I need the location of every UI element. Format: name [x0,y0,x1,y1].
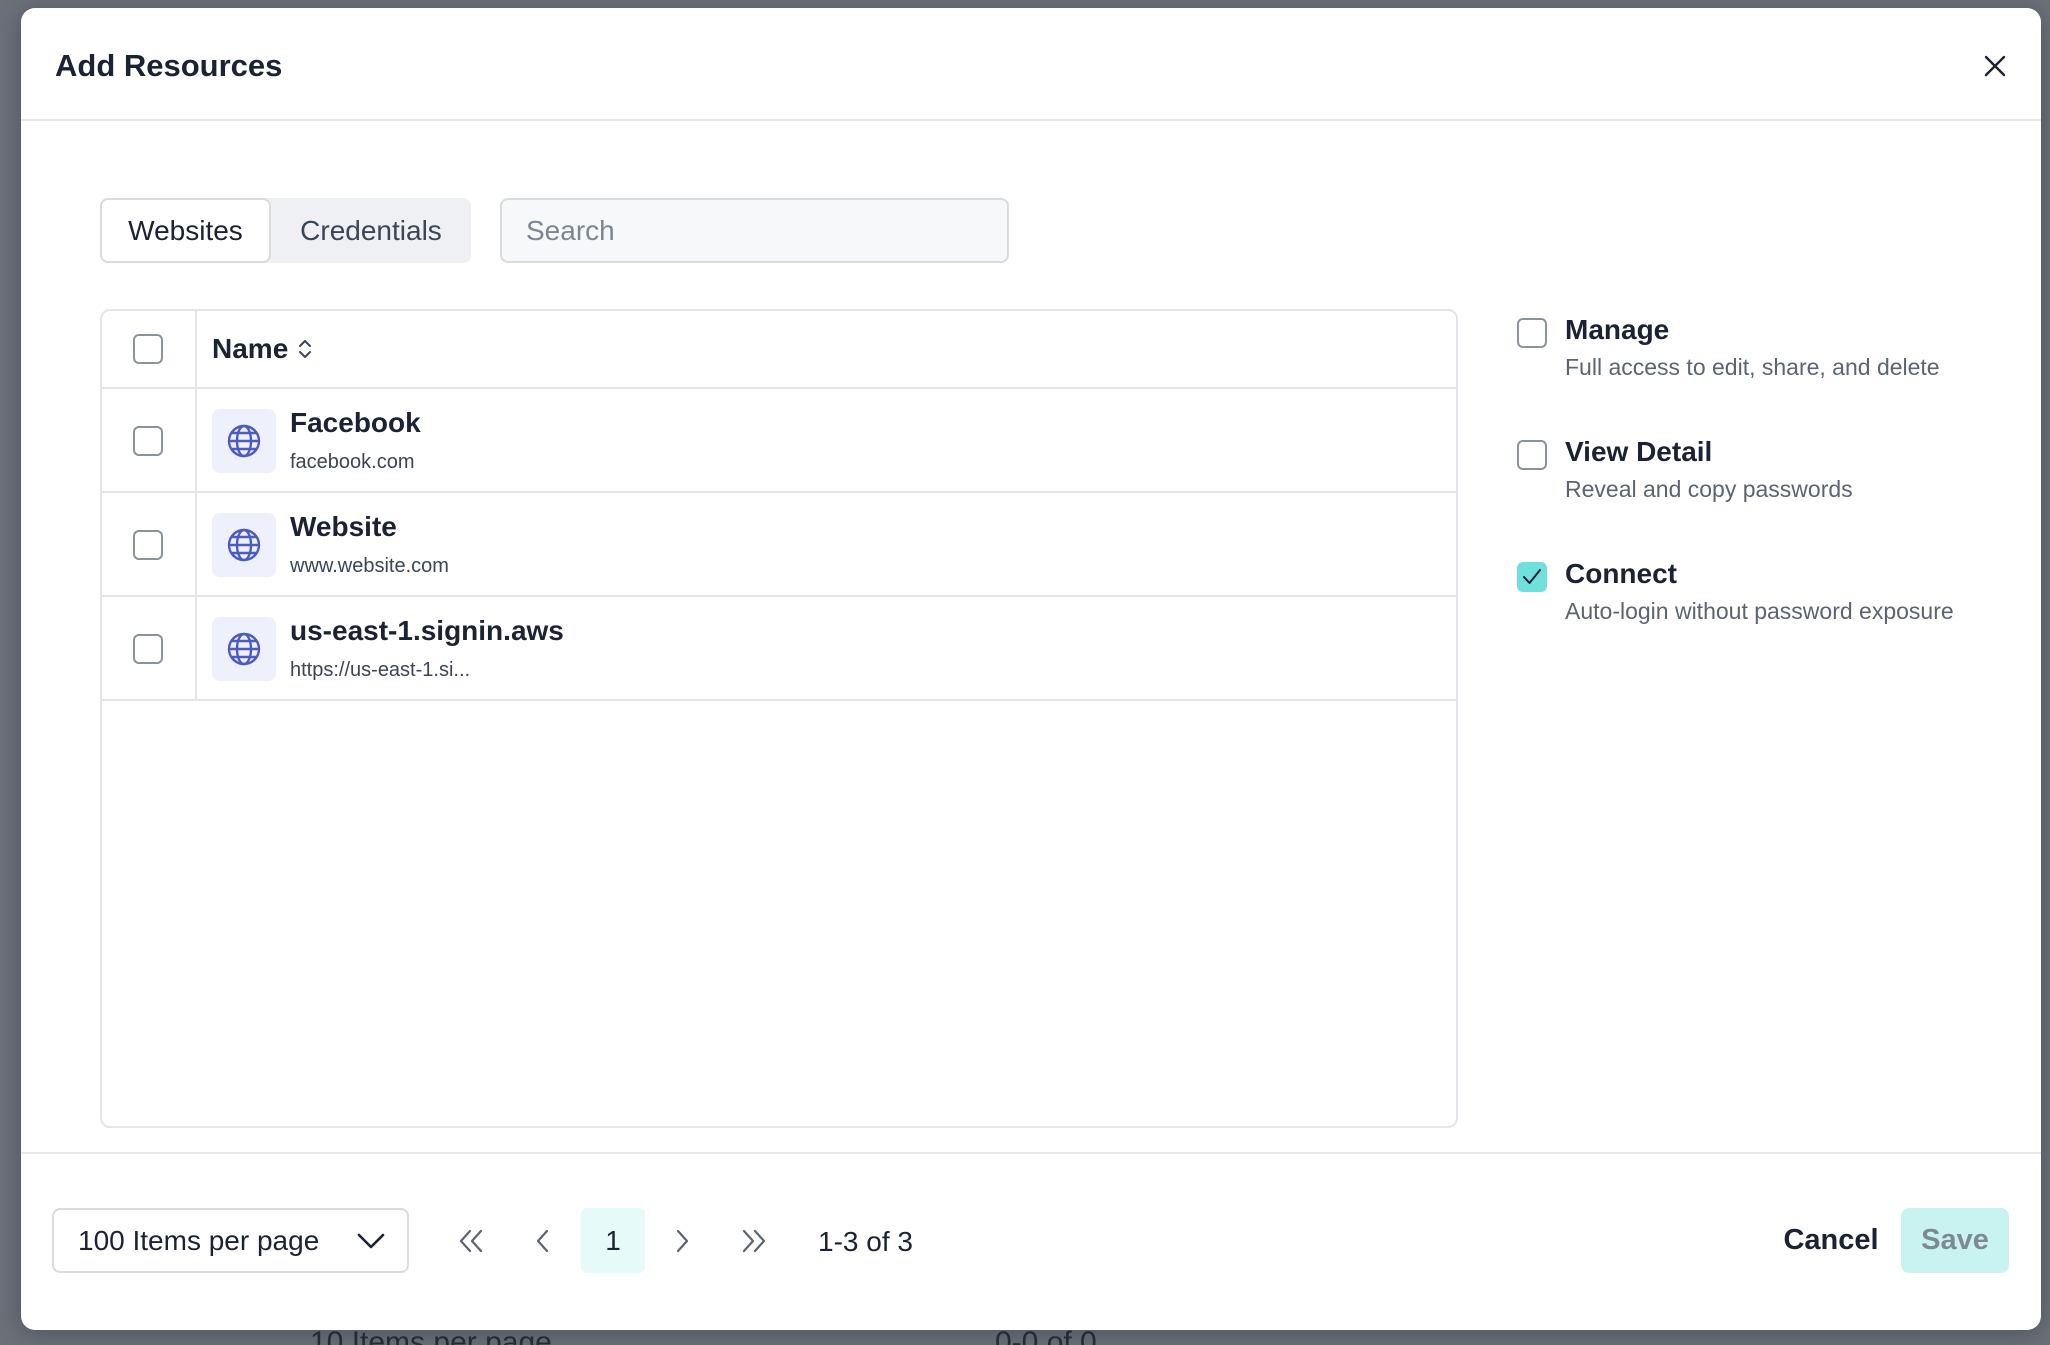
search-input[interactable] [500,198,1009,263]
table-row[interactable]: Website www.website.com [102,493,1456,597]
table-row[interactable]: Facebook facebook.com [102,389,1456,493]
permission-description: Full access to edit, share, and delete [1565,354,1940,380]
sort-icon [299,340,312,358]
row-icon-box [212,409,276,473]
name-column-header[interactable]: Name [212,333,312,365]
connect-checkbox[interactable] [1517,562,1547,592]
view-detail-checkbox[interactable] [1517,440,1547,470]
close-button[interactable] [1975,46,2015,86]
pagination-range: 1-3 of 3 [818,1226,913,1257]
chevron-right-icon [676,1229,689,1252]
globe-icon [227,528,261,562]
name-column-label: Name [212,333,289,364]
permission-title: View Detail [1565,436,1713,467]
globe-icon [227,424,261,458]
modal-header: Add Resources [21,8,2041,121]
double-chevron-left-icon [459,1229,483,1252]
cancel-button[interactable]: Cancel [1761,1208,1901,1273]
row-icon-box [212,617,276,681]
modal-title: Add Resources [55,48,283,83]
last-page-button[interactable] [722,1208,786,1273]
chevron-down-icon [357,1233,385,1248]
double-chevron-right-icon [742,1229,766,1252]
check-icon [1523,569,1541,584]
globe-icon [227,632,261,666]
previous-page-button[interactable] [510,1208,574,1273]
table-header: Name [102,311,1456,389]
table-row[interactable]: us-east-1.signin.aws https://us-east-1.s… [102,597,1456,701]
row-url: https://us-east-1.si... [290,659,471,681]
row-url: www.website.com [290,555,449,577]
permission-description: Auto-login without password exposure [1565,598,1954,624]
row-checkbox[interactable] [133,530,163,560]
close-icon [1984,55,2006,77]
row-url: facebook.com [290,451,415,473]
permission-description: Reveal and copy passwords [1565,476,1853,502]
items-per-page-label: 100 Items per page [78,1224,320,1256]
first-page-button[interactable] [439,1208,503,1273]
items-per-page-select[interactable]: 100 Items per page [52,1208,409,1273]
resource-type-tabs: Websites Credentials [100,198,471,263]
add-resources-modal: Add Resources Websites Credentials Name [21,8,2041,1330]
tab-credentials[interactable]: Credentials [271,198,471,263]
row-name: Facebook [290,407,421,438]
save-button[interactable]: Save [1901,1208,2009,1273]
row-name: us-east-1.signin.aws [290,615,564,646]
chevron-left-icon [536,1229,549,1252]
modal-footer: 100 Items per page 1 1-3 of 3 Cancel Sav… [21,1152,2041,1330]
row-icon-box [212,513,276,577]
row-name: Website [290,511,397,542]
resources-table: Name Facebook facebook.com Website www.w… [100,309,1458,1128]
select-all-checkbox[interactable] [133,334,163,364]
next-page-button[interactable] [651,1208,715,1273]
permission-title: Manage [1565,314,1670,345]
current-page-button[interactable]: 1 [581,1208,645,1273]
row-checkbox[interactable] [133,426,163,456]
row-checkbox[interactable] [133,634,163,664]
permission-title: Connect [1565,558,1677,589]
manage-checkbox[interactable] [1517,318,1547,348]
tab-websites[interactable]: Websites [100,198,271,263]
